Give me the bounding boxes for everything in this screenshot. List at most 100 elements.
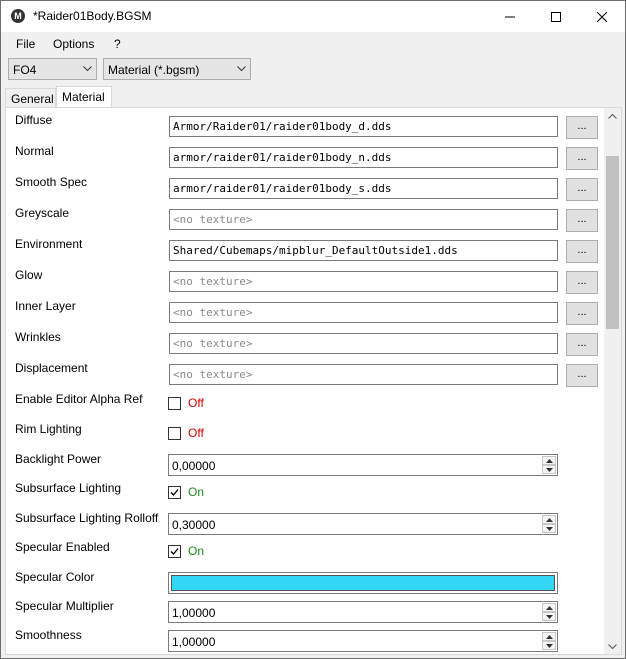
title-bar[interactable]: M *Raider01Body.BGSM <box>1 1 625 32</box>
menu-bar: File Options ? <box>1 32 625 54</box>
rim-lighting-state: Off <box>188 426 204 440</box>
close-button[interactable] <box>579 1 625 32</box>
subsurface-lighting-checkbox[interactable] <box>168 486 181 499</box>
arrow-up-icon <box>545 605 553 610</box>
spin-up-button[interactable] <box>542 515 556 524</box>
vertical-scrollbar[interactable] <box>604 108 621 654</box>
texture-path-field[interactable]: <no texture> <box>169 364 558 385</box>
chevron-down-icon <box>83 66 92 72</box>
texture-label: Environment <box>15 237 83 251</box>
backlight-power-value: 0,00000 <box>172 459 216 473</box>
tab-material[interactable]: Material <box>56 86 112 108</box>
spin-arrows <box>542 603 556 621</box>
texture-path-field[interactable]: <no texture> <box>169 302 558 323</box>
rim-lighting-label: Rim Lighting <box>15 422 82 436</box>
menu-help[interactable]: ? <box>114 37 121 51</box>
checkmark-icon <box>170 548 179 555</box>
texture-path-field[interactable]: armor/raider01/raider01body_n.dds <box>169 147 558 168</box>
texture-label: Normal <box>15 144 54 158</box>
checkmark-icon <box>170 489 179 496</box>
browse-button[interactable]: ... <box>566 178 598 201</box>
game-select-value: FO4 <box>13 63 37 77</box>
specular-multiplier-spinbox[interactable]: 1,00000 <box>168 601 558 623</box>
specular-color-label: Specular Color <box>15 570 95 584</box>
specular-enabled-label: Specular Enabled <box>15 540 110 554</box>
maximize-button[interactable] <box>533 1 579 32</box>
texture-label: Smooth Spec <box>15 175 88 189</box>
window-title: *Raider01Body.BGSM <box>33 9 152 23</box>
arrow-down-icon <box>545 643 553 648</box>
arrow-down-icon <box>545 467 553 472</box>
specular-multiplier-value: 1,00000 <box>172 606 216 620</box>
spin-arrows <box>542 632 556 650</box>
spin-arrows <box>542 456 556 474</box>
close-icon <box>597 11 607 22</box>
specular-color-swatch <box>171 575 555 591</box>
menu-file[interactable]: File <box>16 37 35 51</box>
specular-color-picker[interactable] <box>168 572 558 594</box>
editor-alpha-ref-checkbox[interactable] <box>168 397 181 410</box>
arrow-up-icon <box>545 634 553 639</box>
scroll-down-button[interactable] <box>604 638 621 654</box>
texture-label: Wrinkles <box>15 330 61 344</box>
browse-button[interactable]: ... <box>566 271 598 294</box>
game-select[interactable]: FO4 <box>8 58 97 80</box>
spin-up-button[interactable] <box>542 603 556 612</box>
texture-path-field[interactable]: armor/raider01/raider01body_s.dds <box>169 178 558 199</box>
texture-label: Greyscale <box>15 206 70 220</box>
texture-path-field[interactable]: <no texture> <box>169 209 558 230</box>
material-panel: Diffuse Armor/Raider01/raider01body_d.dd… <box>5 107 622 655</box>
type-select[interactable]: Material (*.bgsm) <box>103 58 251 80</box>
texture-label: Displacement <box>15 361 88 375</box>
tab-general[interactable]: General <box>5 88 56 107</box>
subsurface-lighting-label: Subsurface Lighting <box>15 481 122 495</box>
menu-options[interactable]: Options <box>53 37 94 51</box>
browse-button[interactable]: ... <box>566 209 598 232</box>
editor-alpha-ref-label: Enable Editor Alpha Ref <box>15 392 143 406</box>
browse-button[interactable]: ... <box>566 333 598 356</box>
minimize-icon <box>505 16 515 17</box>
spin-down-button[interactable] <box>542 524 556 533</box>
rim-lighting-checkbox[interactable] <box>168 427 181 440</box>
specular-enabled-checkbox[interactable] <box>168 545 181 558</box>
browse-button[interactable]: ... <box>566 364 598 387</box>
arrow-down-icon <box>545 526 553 531</box>
type-select-value: Material (*.bgsm) <box>108 63 200 77</box>
texture-path-field[interactable]: <no texture> <box>169 333 558 354</box>
maximize-icon <box>551 11 561 22</box>
browse-button[interactable]: ... <box>566 302 598 325</box>
subsurface-rolloff-value: 0,30000 <box>172 518 216 532</box>
app-window: M *Raider01Body.BGSM File Options ? FO4 … <box>0 0 626 659</box>
texture-label: Glow <box>15 268 43 282</box>
subsurface-lighting-state: On <box>188 485 205 499</box>
arrow-down-icon <box>545 614 553 619</box>
backlight-power-spinbox[interactable]: 0,00000 <box>168 454 558 476</box>
texture-path-field[interactable]: <no texture> <box>169 271 558 292</box>
chevron-down-icon <box>608 643 617 649</box>
spin-up-button[interactable] <box>542 456 556 465</box>
spin-up-button[interactable] <box>542 632 556 641</box>
chevron-down-icon <box>237 66 246 72</box>
texture-path-field[interactable]: Armor/Raider01/raider01body_d.dds <box>169 116 558 137</box>
arrow-up-icon <box>545 458 553 463</box>
spin-down-button[interactable] <box>542 641 556 650</box>
backlight-power-label: Backlight Power <box>15 452 102 466</box>
subsurface-rolloff-label: Subsurface Lighting Rolloff <box>15 511 159 525</box>
texture-label: Diffuse <box>15 113 53 127</box>
chevron-up-icon <box>608 113 617 119</box>
subsurface-rolloff-spinbox[interactable]: 0,30000 <box>168 513 558 535</box>
scroll-up-button[interactable] <box>604 108 621 124</box>
editor-alpha-ref-state: Off <box>188 396 204 410</box>
browse-button[interactable]: ... <box>566 116 598 139</box>
smoothness-spinbox[interactable]: 1,00000 <box>168 630 558 652</box>
spin-down-button[interactable] <box>542 465 556 474</box>
app-icon: M <box>11 9 25 23</box>
specular-multiplier-label: Specular Multiplier <box>15 599 114 613</box>
spin-down-button[interactable] <box>542 612 556 621</box>
minimize-button[interactable] <box>487 1 533 32</box>
texture-path-field[interactable]: Shared/Cubemaps/mipblur_DefaultOutside1.… <box>169 240 558 261</box>
smoothness-value: 1,00000 <box>172 635 216 649</box>
browse-button[interactable]: ... <box>566 147 598 170</box>
scrollbar-thumb[interactable] <box>606 156 619 329</box>
browse-button[interactable]: ... <box>566 240 598 263</box>
